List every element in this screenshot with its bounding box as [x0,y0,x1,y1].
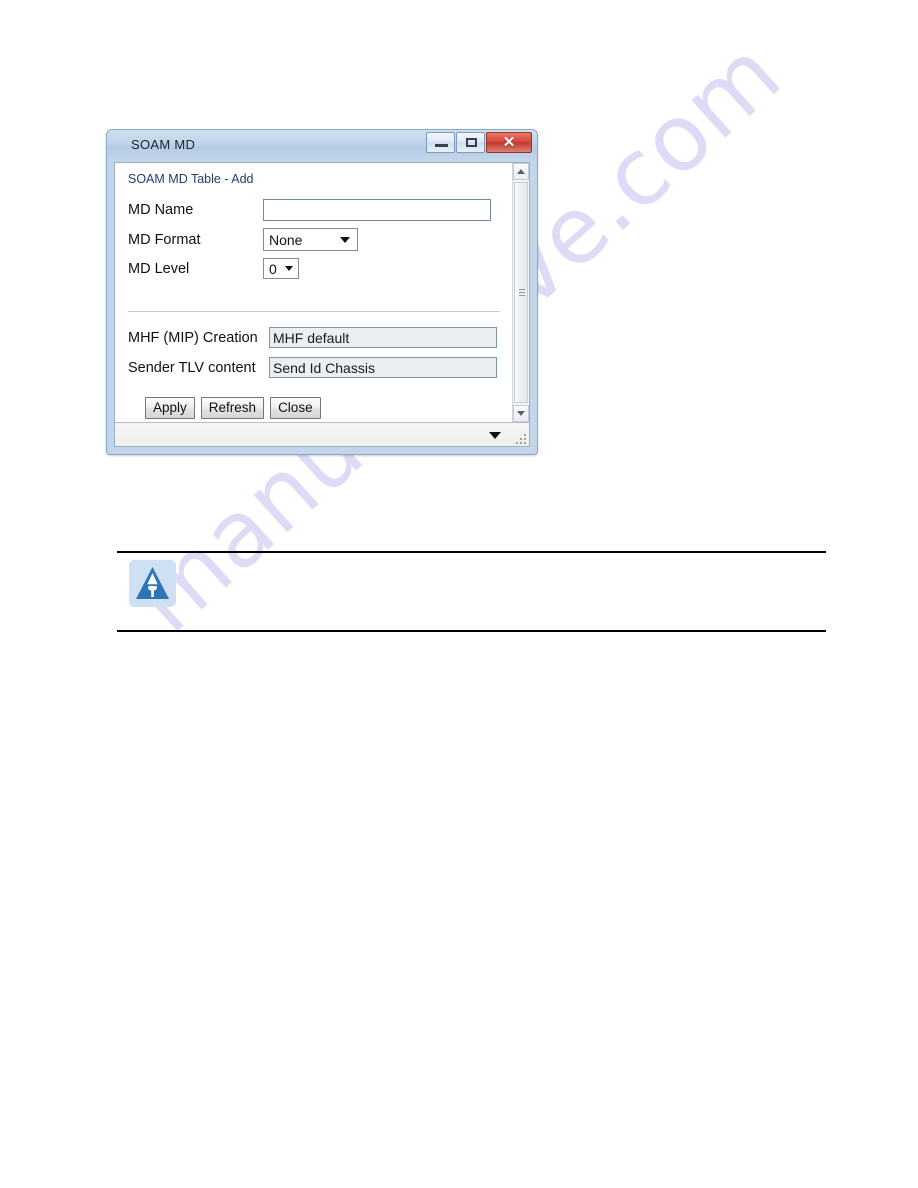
refresh-button[interactable]: Refresh [200,397,265,419]
mhf-creation-value: MHF default [269,327,497,348]
sender-tlv-label: Sender TLV content [128,359,256,376]
close-form-button[interactable]: Close [270,397,321,419]
md-format-label: MD Format [128,231,201,248]
dialog-statusbar [115,422,529,446]
note-triangle-icon [129,560,176,607]
maximize-button[interactable] [456,132,485,153]
field-row-mhf-creation: MHF (MIP) Creation MHF default [128,327,497,348]
scroll-up-icon [517,169,525,174]
resize-grip-icon[interactable] [514,432,526,444]
scrollbar-grip-icon [519,288,525,297]
md-level-value: 0 [269,260,277,277]
close-button[interactable]: ✕ [486,132,532,153]
sender-tlv-value: Send Id Chassis [269,357,497,378]
mhf-creation-label: MHF (MIP) Creation [128,329,258,346]
dialog-button-row: Apply Refresh Close [145,397,321,419]
vertical-scrollbar[interactable] [512,163,529,422]
dialog-titlebar[interactable]: SOAM MD ✕ [107,130,537,161]
scrollbar-thumb[interactable] [514,182,528,403]
minimize-button[interactable] [426,132,455,153]
field-row-md-level: MD Level 0 [128,258,299,279]
apply-button[interactable]: Apply [145,397,195,419]
note-rule-bottom [117,630,826,632]
chevron-down-icon [340,236,350,243]
field-row-md-name: MD Name [128,199,491,221]
section-divider [128,311,500,312]
note-icon-graphic [136,567,169,599]
md-name-label: MD Name [128,202,194,218]
md-format-select[interactable]: None [263,228,358,251]
md-format-value: None [269,231,303,248]
field-row-sender-tlv: Sender TLV content Send Id Chassis [128,357,497,378]
md-level-label: MD Level [128,260,190,277]
scroll-down-icon [517,411,525,416]
soam-md-dialog: SOAM MD ✕ SOAM MD Table - Add MD Name MD… [106,129,538,455]
status-dropdown-icon[interactable] [489,432,501,439]
panel-header: SOAM MD Table - Add [128,172,254,186]
window-controls: ✕ [425,132,532,153]
close-icon: ✕ [502,134,516,151]
md-level-select[interactable]: 0 [263,258,299,279]
note-rule-top [117,551,826,553]
minimize-icon [435,144,448,147]
maximize-icon [466,138,477,147]
md-name-input[interactable] [263,199,491,221]
scroll-up-button[interactable] [513,163,529,180]
chevron-down-icon [285,266,293,271]
dialog-title: SOAM MD [131,137,196,152]
scroll-down-button[interactable] [513,405,529,422]
form-panel: SOAM MD Table - Add MD Name MD Format No… [115,163,512,422]
dialog-content: SOAM MD Table - Add MD Name MD Format No… [114,162,530,447]
field-row-md-format: MD Format None [128,228,358,251]
